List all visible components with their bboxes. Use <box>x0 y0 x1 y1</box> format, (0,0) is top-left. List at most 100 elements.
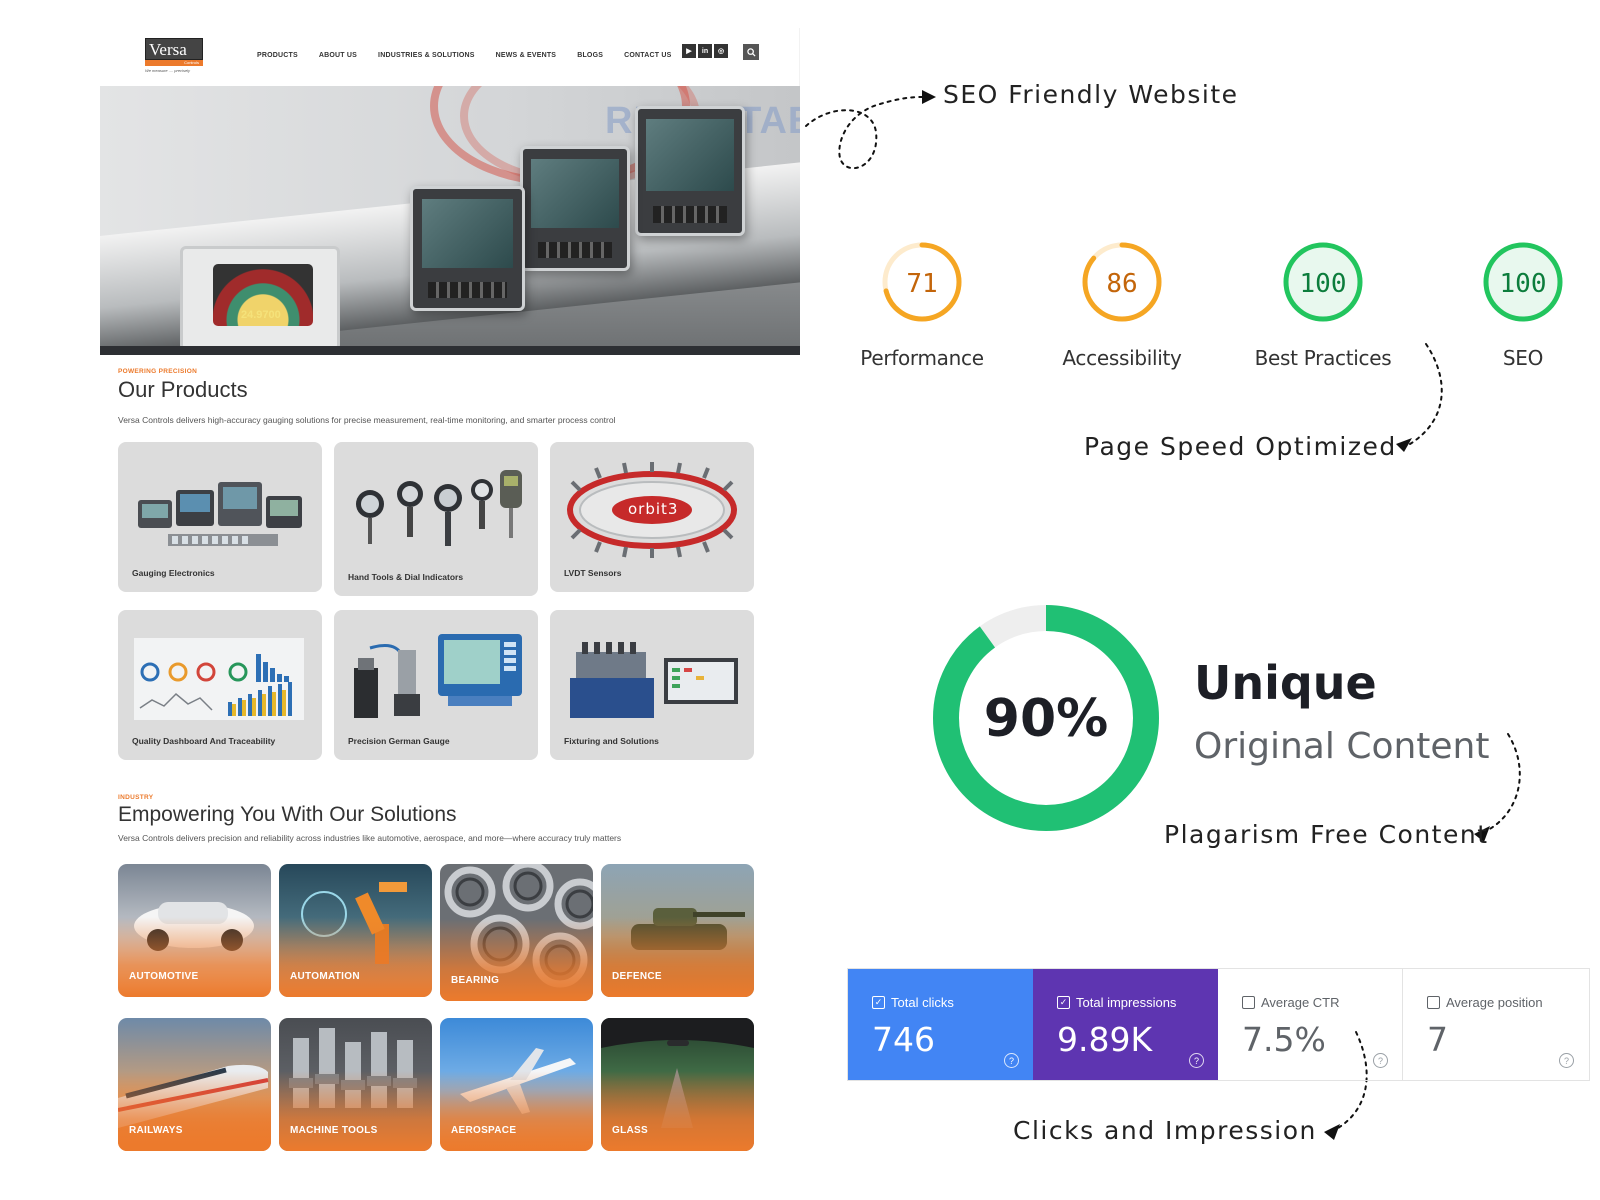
logo-tagline: We measure .... precisely <box>145 68 191 73</box>
help-icon[interactable]: ? <box>1559 1053 1574 1068</box>
product-card-hand-tools[interactable]: Hand Tools & Dial Indicators <box>334 442 538 596</box>
annotation-plagiarism: Plagarism Free Content <box>1164 820 1489 849</box>
nav-news-events[interactable]: NEWS & EVENTS <box>496 52 557 59</box>
industry-label: MACHINE TOOLS <box>290 1125 378 1136</box>
industry-label: AUTOMATION <box>290 971 360 982</box>
help-icon[interactable]: ? <box>1189 1053 1204 1068</box>
nav-blogs[interactable]: BLOGS <box>577 52 603 59</box>
linkedin-icon[interactable]: in <box>698 44 712 58</box>
site-header: Versa Controls We measure .... precisely… <box>100 28 800 86</box>
industry-card-defence[interactable]: DEFENCE <box>601 864 754 997</box>
industry-eyebrow: INDUSTRY <box>118 794 154 801</box>
industry-description: Versa Controls delivers precision and re… <box>118 833 622 843</box>
product-label: Precision German Gauge <box>348 736 450 746</box>
product-label: Gauging Electronics <box>132 568 215 578</box>
checkbox-unchecked-icon[interactable] <box>1427 996 1440 1009</box>
product-card-quality-dashboard[interactable]: Quality Dashboard And Traceability <box>118 610 322 760</box>
product-label: Fixturing and Solutions <box>564 736 659 746</box>
annotation-clicks: Clicks and Impression <box>1013 1116 1317 1145</box>
orbit-logo: orbit3 <box>628 500 679 518</box>
metric-average-ctr[interactable]: Average CTR 7.5% ? <box>1218 969 1403 1080</box>
checkbox-checked-icon[interactable]: ✓ <box>1057 996 1070 1009</box>
score-gauge: 100 <box>1283 242 1363 322</box>
help-icon[interactable]: ? <box>1004 1053 1019 1068</box>
quality-dashboard-image <box>134 638 304 720</box>
industry-card-automotive[interactable]: AUTOMOTIVE <box>118 864 271 997</box>
uniqueness-title: Unique <box>1194 656 1377 710</box>
metric-average-position[interactable]: Average position 7 ? <box>1403 969 1588 1080</box>
industry-card-aerospace[interactable]: AEROSPACE <box>440 1018 593 1151</box>
checkbox-checked-icon[interactable]: ✓ <box>872 996 885 1009</box>
lighthouse-performance: 71 Performance <box>822 240 1022 370</box>
score-label: Performance <box>860 346 984 370</box>
score-label: Best Practices <box>1254 346 1392 370</box>
lighthouse-seo: 100 SEO <box>1423 240 1600 370</box>
logo-wordmark: Versa <box>145 38 203 60</box>
product-card-gauging-electronics[interactable]: Gauging Electronics <box>118 442 322 592</box>
industry-label: GLASS <box>612 1125 648 1136</box>
score-value: 100 <box>1300 269 1347 299</box>
products-title: Our Products <box>118 377 248 402</box>
industry-card-railways[interactable]: RAILWAYS <box>118 1018 271 1151</box>
hand-tools-image <box>356 470 522 546</box>
hero-bottom-strip <box>100 346 800 355</box>
industry-card-glass[interactable]: GLASS <box>601 1018 754 1151</box>
product-label: Quality Dashboard And Traceability <box>132 736 276 746</box>
product-card-precision-german-gauge[interactable]: Precision German Gauge <box>334 610 538 760</box>
website-mockup: Versa Controls We measure .... precisely… <box>100 28 800 1151</box>
score-label: SEO <box>1502 346 1544 370</box>
metric-total-impressions[interactable]: ✓ Total impressions 9.89K ? <box>1033 969 1218 1080</box>
uniqueness-gauge: 90% <box>933 605 1159 831</box>
seo-arrowhead-icon <box>922 90 936 104</box>
nav-products[interactable]: PRODUCTS <box>257 52 298 59</box>
product-card-fixturing-solutions[interactable]: Fixturing and Solutions <box>550 610 754 760</box>
main-nav: PRODUCTS ABOUT US INDUSTRIES & SOLUTIONS… <box>257 52 671 59</box>
industry-card-machine-tools[interactable]: MACHINE TOOLS <box>279 1018 432 1151</box>
industry-card-automation[interactable]: AUTOMATION <box>279 864 432 997</box>
metric-total-clicks[interactable]: ✓ Total clicks 746 ? <box>848 969 1033 1080</box>
product-label: Hand Tools & Dial Indicators <box>348 572 464 582</box>
search-console-metrics: ✓ Total clicks 746 ? ✓ Total impressions 9… <box>847 968 1590 1081</box>
versa-logo[interactable]: Versa Controls We measure .... precisely <box>145 38 203 73</box>
industry-label: AEROSPACE <box>451 1125 517 1136</box>
hero-readout: 24.9700 <box>241 309 281 321</box>
lighthouse-best-practices: 100 Best Practices <box>1223 240 1423 370</box>
social-links: ▶ in ◎ <box>682 44 728 58</box>
youtube-icon[interactable]: ▶ <box>682 44 696 58</box>
product-card-lvdt-sensors[interactable]: orbit3 LVDT Sensors <box>550 442 754 592</box>
products-eyebrow: POWERING PRECISION <box>118 368 198 375</box>
product-label: LVDT Sensors <box>564 568 622 578</box>
nav-industries-solutions[interactable]: INDUSTRIES & SOLUTIONS <box>378 52 475 59</box>
help-icon[interactable]: ? <box>1373 1053 1388 1068</box>
checkbox-unchecked-icon[interactable] <box>1242 996 1255 1009</box>
industry-label: DEFENCE <box>612 971 662 982</box>
speed-arrowhead-icon <box>1396 438 1412 452</box>
hero-device <box>520 146 630 271</box>
hero-banner: REPEATABILITY 24.9700 <box>100 86 800 355</box>
uniqueness-percent: 90% <box>984 689 1108 749</box>
score-value: 86 <box>1106 269 1137 299</box>
metric-label: Average position <box>1446 995 1543 1010</box>
industry-label: AUTOMOTIVE <box>129 971 199 982</box>
metric-label: Total clicks <box>891 995 954 1010</box>
score-gauge: 86 <box>1082 242 1162 322</box>
clicks-arrowhead-icon <box>1324 1124 1340 1140</box>
precision-gauge-image <box>354 634 522 718</box>
metric-label: Average CTR <box>1261 995 1340 1010</box>
hero-device <box>635 106 745 236</box>
plagiarism-arrow-path <box>1487 733 1521 831</box>
annotation-seo: SEO Friendly Website <box>943 80 1239 109</box>
lighthouse-accessibility: 86 Accessibility <box>1022 240 1222 370</box>
products-section: POWERING PRECISION Our Products Versa Co… <box>118 368 615 425</box>
industry-card-bearing[interactable]: BEARING <box>440 864 593 1001</box>
industry-label: RAILWAYS <box>129 1125 183 1136</box>
industry-label: BEARING <box>451 975 500 986</box>
hero-lead-device: 24.9700 <box>180 246 340 351</box>
nav-contact-us[interactable]: CONTACT US <box>624 52 671 59</box>
nav-about-us[interactable]: ABOUT US <box>319 52 357 59</box>
instagram-icon[interactable]: ◎ <box>714 44 728 58</box>
score-label: Accessibility <box>1062 346 1182 370</box>
products-description: Versa Controls delivers high-accuracy ga… <box>118 415 616 425</box>
score-gauge: 71 <box>882 242 962 322</box>
search-icon[interactable] <box>743 44 759 60</box>
